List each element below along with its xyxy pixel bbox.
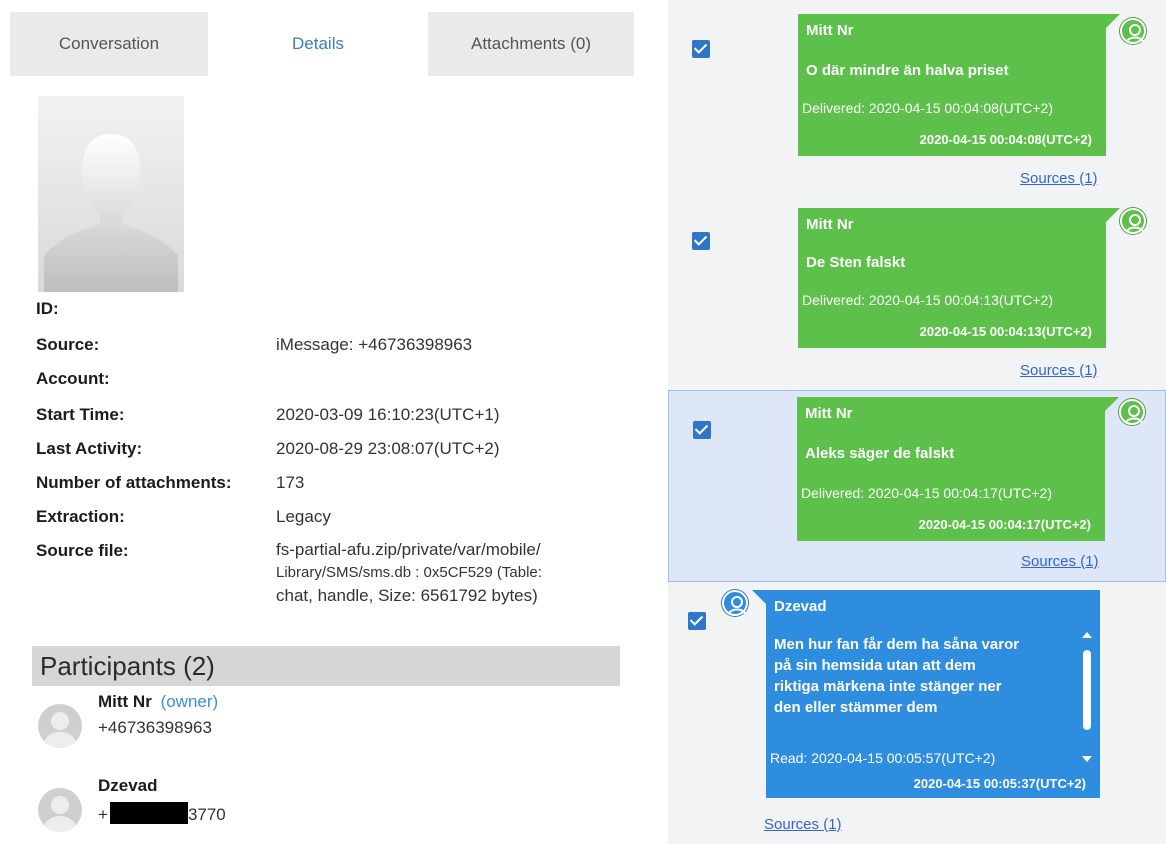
detail-value: 173	[276, 473, 305, 492]
detail-row-attachments: Number of attachments: 173	[36, 470, 626, 496]
tab-details[interactable]: Details	[214, 12, 422, 76]
sources-link[interactable]: Sources (1)	[764, 816, 842, 833]
detail-value: Legacy	[276, 507, 331, 526]
message-text-line: den eller stämmer dem	[774, 699, 938, 716]
message-row: Dzevad Men hur fan får dem ha såna varor…	[668, 584, 1166, 844]
participant-name-text: Mitt Nr	[98, 692, 152, 711]
detail-row-account: Account:	[36, 366, 626, 392]
message-status: Read: 2020-04-15 00:05:57(UTC+2)	[770, 750, 996, 766]
detail-label: Account:	[36, 369, 110, 388]
tab-attachments[interactable]: Attachments (0)	[422, 12, 634, 76]
message-scrollbar[interactable]	[1080, 632, 1094, 762]
message-status: Delivered: 2020-04-15 00:04:13(UTC+2)	[802, 292, 1053, 308]
message-text: De Sten falskt	[806, 254, 906, 271]
checkbox-checked-icon[interactable]	[692, 40, 710, 58]
detail-row-extraction: Extraction: Legacy	[36, 504, 626, 530]
message-text-line: Men hur fan får dem ha såna varor	[774, 636, 1020, 653]
checkbox-checked-icon[interactable]	[693, 421, 711, 439]
message-text: Men hur fan får dem ha såna varor på sin…	[774, 634, 1019, 718]
participant-name: Dzevad	[98, 776, 158, 795]
message-row: Mitt Nr O där mindre än halva priset Del…	[668, 0, 1166, 196]
bubble-tail	[752, 590, 766, 604]
detail-label: Source:	[36, 335, 100, 354]
detail-label: Last Activity:	[36, 439, 143, 458]
detail-label: Source file:	[36, 541, 129, 560]
tab-bar: Conversation Details Attachments (0)	[10, 12, 634, 76]
message-text: O där mindre än halva priset	[806, 62, 1009, 79]
user-circle-icon	[1119, 399, 1145, 425]
bubble-tail	[1105, 397, 1119, 411]
participant-item[interactable]: Dzevad +3770	[38, 776, 438, 836]
conversation-panel: Mitt Nr O där mindre än halva priset Del…	[668, 0, 1166, 844]
sources-link[interactable]: Sources (1)	[1020, 362, 1098, 379]
message-time: 2020-04-15 00:05:37(UTC+2)	[913, 776, 1086, 791]
message-bubble[interactable]: Mitt Nr O där mindre än halva priset Del…	[798, 14, 1106, 156]
tab-conversation[interactable]: Conversation	[10, 12, 214, 76]
message-sender: Mitt Nr	[806, 216, 854, 233]
scroll-thumb[interactable]	[1083, 650, 1091, 730]
message-bubble[interactable]: Mitt Nr De Sten falskt Delivered: 2020-0…	[798, 208, 1106, 348]
person-silhouette-icon	[44, 134, 178, 292]
detail-row-start-time: Start Time: 2020-03-09 16:10:23(UTC+1)	[36, 402, 626, 428]
detail-value: 2020-08-29 23:08:07(UTC+2)	[276, 439, 500, 458]
message-sender: Dzevad	[774, 598, 827, 615]
phone-suffix: 3770	[187, 805, 226, 824]
message-sender: Mitt Nr	[806, 22, 854, 39]
avatar	[38, 704, 82, 748]
message-time: 2020-04-15 00:04:13(UTC+2)	[919, 324, 1092, 339]
checkbox-checked-icon[interactable]	[692, 232, 710, 250]
message-bubble[interactable]: Dzevad Men hur fan får dem ha såna varor…	[766, 590, 1100, 798]
message-status: Delivered: 2020-04-15 00:04:17(UTC+2)	[801, 485, 1052, 501]
participant-phone: +46736398963	[98, 718, 212, 737]
detail-label: ID:	[36, 299, 59, 318]
detail-value	[276, 296, 626, 322]
phone-prefix: +	[98, 805, 108, 824]
avatar	[38, 788, 82, 832]
owner-label: (owner)	[160, 692, 219, 711]
participant-phone: +3770	[98, 802, 226, 825]
detail-value	[276, 366, 626, 392]
detail-label: Start Time:	[36, 405, 125, 424]
message-status: Delivered: 2020-04-15 00:04:08(UTC+2)	[802, 100, 1053, 116]
participants-header: Participants (2)	[32, 646, 620, 686]
sources-link[interactable]: Sources (1)	[1020, 170, 1098, 187]
bubble-tail	[1106, 208, 1120, 222]
message-row-selected: Mitt Nr Aleks säger de falskt Delivered:…	[668, 390, 1166, 582]
detail-label: Number of attachments:	[36, 473, 232, 492]
message-text-line: riktiga märkena inte stänger ner	[774, 678, 1002, 695]
participant-item[interactable]: Mitt Nr (owner) +46736398963	[38, 692, 438, 752]
detail-row-id: ID:	[36, 296, 626, 322]
redaction-bar	[109, 802, 188, 824]
detail-value: fs-partial-afu.zip/private/var/mobile/ L…	[276, 538, 626, 607]
user-circle-icon	[1120, 18, 1146, 44]
bubble-tail	[1106, 14, 1120, 28]
detail-value: 2020-03-09 16:10:23(UTC+1)	[276, 405, 500, 424]
message-time: 2020-04-15 00:04:08(UTC+2)	[919, 132, 1092, 147]
message-row: Mitt Nr De Sten falskt Delivered: 2020-0…	[668, 196, 1166, 388]
scroll-down-icon[interactable]	[1082, 756, 1092, 762]
source-file-line: chat, handle, Size: 6561792 bytes)	[276, 586, 538, 605]
checkbox-checked-icon[interactable]	[688, 612, 706, 630]
message-text: Aleks säger de falskt	[805, 445, 955, 462]
participant-name: Mitt Nr (owner)	[98, 692, 218, 712]
detail-row-source: Source: iMessage: +46736398963	[36, 332, 626, 358]
person-silhouette-icon	[42, 712, 78, 748]
message-sender: Mitt Nr	[805, 405, 853, 422]
detail-label: Extraction:	[36, 507, 125, 526]
details-panel: Conversation Details Attachments (0) ID:…	[10, 12, 634, 842]
message-time: 2020-04-15 00:04:17(UTC+2)	[918, 517, 1091, 532]
detail-row-last-activity: Last Activity: 2020-08-29 23:08:07(UTC+2…	[36, 436, 626, 462]
detail-value: iMessage: +46736398963	[276, 335, 473, 354]
user-circle-icon	[722, 590, 748, 616]
user-circle-icon	[1120, 208, 1146, 234]
person-silhouette-icon	[42, 796, 78, 832]
scroll-up-icon[interactable]	[1082, 632, 1092, 638]
source-file-line: Library/SMS/sms.db : 0x5CF529 (Table:	[276, 564, 542, 581]
message-text-line: på sin hemsida utan att dem	[774, 657, 976, 674]
source-file-line: fs-partial-afu.zip/private/var/mobile/	[276, 540, 541, 559]
contact-photo	[38, 96, 184, 292]
detail-row-source-file: Source file: fs-partial-afu.zip/private/…	[36, 538, 626, 607]
sources-link[interactable]: Sources (1)	[1021, 553, 1099, 570]
message-bubble[interactable]: Mitt Nr Aleks säger de falskt Delivered:…	[797, 397, 1105, 541]
